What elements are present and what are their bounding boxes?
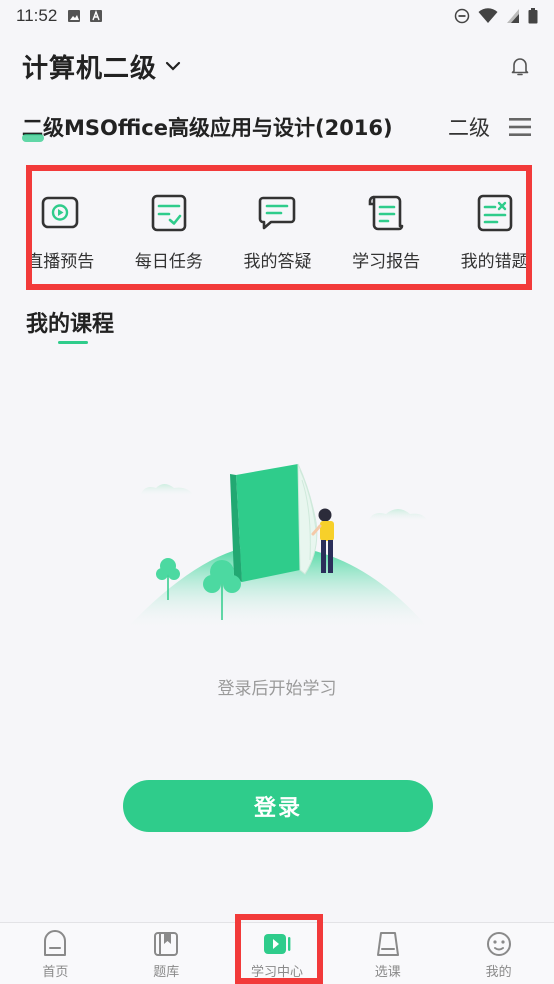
nav-label: 题库 — [153, 965, 180, 980]
empty-state-hint: 登录后开始学习 — [217, 679, 337, 699]
nav-highlight-box — [235, 914, 323, 984]
course-accent-mark — [22, 134, 44, 142]
empty-state-illustration — [125, 463, 430, 630]
nav-label: 选课 — [374, 965, 401, 980]
course-row: 二级MSOffice高级应用与设计(2016) 二级 — [0, 104, 554, 150]
profile-icon — [486, 932, 511, 956]
subject-selector-title[interactable]: 计算机二级 — [22, 48, 157, 85]
image-notification-icon — [68, 10, 81, 22]
menu-icon[interactable] — [508, 115, 532, 139]
section-underline — [58, 341, 88, 344]
wifi-icon — [478, 8, 498, 23]
app-header: 计算机二级 — [0, 36, 554, 96]
login-button[interactable]: 登录 — [123, 780, 433, 832]
course-name[interactable]: 二级MSOffice高级应用与设计(2016) — [22, 112, 393, 142]
status-time: 11:52 — [16, 6, 58, 25]
quick-actions-highlight-box — [26, 165, 532, 290]
chevron-down-icon[interactable] — [165, 58, 181, 74]
nav-label: 首页 — [42, 965, 69, 980]
status-bar: 11:52 — [0, 0, 554, 32]
app-notification-icon — [90, 10, 103, 22]
bell-icon[interactable] — [508, 54, 532, 78]
dnd-icon — [454, 8, 470, 24]
nav-item-course-select[interactable]: 选课 — [332, 923, 443, 984]
course-select-icon — [376, 932, 399, 956]
nav-item-question-bank[interactable]: 题库 — [111, 923, 222, 984]
question-bank-icon — [154, 932, 179, 956]
battery-icon — [528, 8, 538, 24]
nav-item-home[interactable]: 首页 — [0, 923, 111, 984]
signal-icon — [507, 9, 519, 23]
nav-item-profile[interactable]: 我的 — [443, 923, 554, 984]
section-title: 我的课程 — [26, 312, 115, 337]
home-icon — [44, 930, 67, 956]
nav-label: 我的 — [485, 965, 512, 980]
course-level[interactable]: 二级 — [448, 112, 490, 142]
